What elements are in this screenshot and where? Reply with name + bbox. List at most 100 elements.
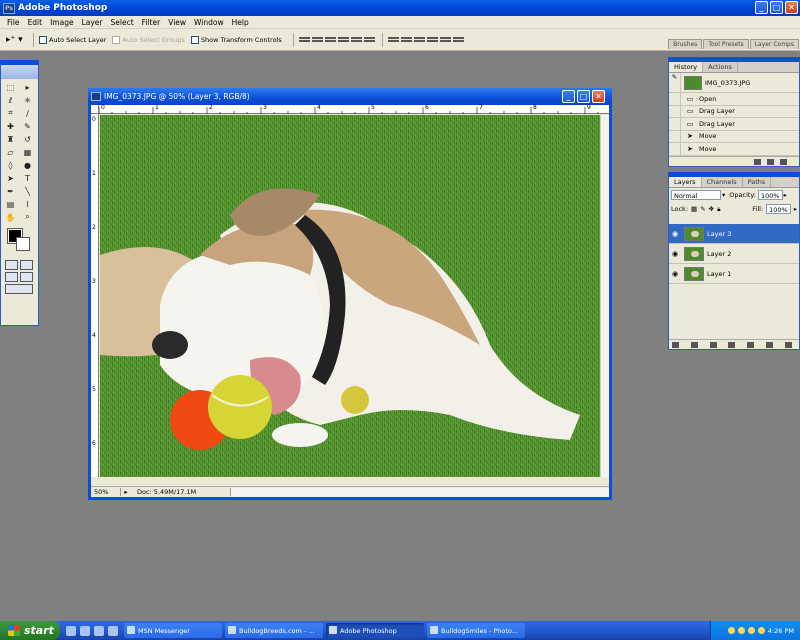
notes-tool-icon[interactable]: ▤ <box>2 198 19 210</box>
layer-row-layer-1[interactable]: ◉ Layer 1 <box>669 264 799 284</box>
background-color-swatch[interactable] <box>16 237 30 251</box>
tab-history[interactable]: History <box>669 62 704 72</box>
layer-mask-icon[interactable] <box>709 341 717 348</box>
ruler-vertical[interactable]: 0 1 2 3 4 5 6 <box>91 114 99 477</box>
palette-well-tool-presets[interactable]: Tool Presets <box>703 39 749 49</box>
pen-tool-icon[interactable]: ✒ <box>2 185 19 197</box>
start-button[interactable]: start <box>0 621 60 640</box>
standard-mode-icon[interactable] <box>5 260 18 270</box>
lock-transparency-icon[interactable]: ▦ <box>691 205 697 213</box>
layer-style-icon[interactable] <box>690 341 698 348</box>
menu-image[interactable]: Image <box>46 18 78 27</box>
fill-slider-arrow-icon[interactable]: ▸ <box>794 205 797 213</box>
taskbar-bulldogsmiles[interactable]: BulldogSmiles - Photo... <box>427 623 525 638</box>
opacity-slider-arrow-icon[interactable]: ▸ <box>784 191 787 199</box>
jump-to-imageready-icon[interactable] <box>5 284 33 294</box>
tray-volume-icon[interactable] <box>747 627 755 634</box>
screen-mode-standard-icon[interactable] <box>5 272 18 282</box>
blend-mode-select[interactable]: Normal <box>671 190 721 200</box>
lock-all-icon[interactable]: 🔒︎ <box>717 205 720 214</box>
firefox-icon[interactable] <box>108 625 118 636</box>
auto-select-layer-checkbox[interactable] <box>39 35 47 44</box>
zoom-level[interactable]: 50% <box>91 488 121 496</box>
layer-row-layer-2[interactable]: ◉ Layer 2 <box>669 244 799 264</box>
magic-wand-icon[interactable]: ✳ <box>19 94 36 106</box>
show-desktop-icon[interactable] <box>80 625 90 636</box>
history-state[interactable]: ▭ Open <box>669 93 799 106</box>
status-menu-arrow-icon[interactable]: ▸ <box>121 488 131 496</box>
dodge-tool-icon[interactable]: ● <box>19 159 36 171</box>
eye-icon[interactable]: ◉ <box>669 230 681 238</box>
history-snapshot[interactable]: ✎ IMG_0373.JPG <box>669 73 799 93</box>
menu-select[interactable]: Select <box>107 18 138 27</box>
horizontal-scrollbar[interactable] <box>231 487 609 497</box>
delete-layer-icon[interactable] <box>784 341 792 348</box>
zoom-tool-icon[interactable]: ⌕ <box>19 211 36 223</box>
blend-mode-dropdown-icon[interactable]: ▾ <box>722 191 725 199</box>
align-top-icon[interactable] <box>298 35 310 45</box>
menu-layer[interactable]: Layer <box>78 18 107 27</box>
distribute-bottom-icon[interactable] <box>413 35 425 45</box>
menu-window[interactable]: Window <box>190 18 228 27</box>
distribute-top-icon[interactable] <box>387 35 399 45</box>
doc-close-button[interactable]: ✕ <box>592 90 605 103</box>
palette-well-brushes[interactable]: Brushes <box>668 39 703 49</box>
distribute-vcenter-icon[interactable] <box>400 35 412 45</box>
tab-paths[interactable]: Paths <box>743 177 772 187</box>
menu-file[interactable]: File <box>3 18 24 27</box>
minimize-button[interactable]: _ <box>755 1 768 14</box>
align-right-icon[interactable] <box>363 35 375 45</box>
eyedropper-icon[interactable]: ⌇ <box>19 198 36 210</box>
ruler-origin[interactable] <box>91 105 99 114</box>
history-state[interactable]: ▭ Drag Layer <box>669 118 799 131</box>
taskbar-photoshop[interactable]: Adobe Photoshop <box>326 623 424 638</box>
distribute-left-icon[interactable] <box>426 35 438 45</box>
doc-minimize-button[interactable]: _ <box>562 90 575 103</box>
history-state[interactable]: ➤ Move <box>669 130 799 143</box>
line-tool-icon[interactable]: ╲ <box>19 185 36 197</box>
ie-icon[interactable] <box>66 625 76 636</box>
slice-tool-icon[interactable]: ∕ <box>19 107 36 119</box>
image-canvas[interactable] <box>100 115 600 477</box>
lasso-tool-icon[interactable]: ℓ <box>2 94 19 106</box>
maximize-button[interactable]: □ <box>770 1 783 14</box>
menu-view[interactable]: View <box>164 18 190 27</box>
adjustment-layer-icon[interactable] <box>728 341 736 348</box>
move-tool-preset-icon[interactable]: ▸⁺ ▾ <box>6 33 28 47</box>
taskbar-bulldogbreeds[interactable]: BulldogBreeds.com - ... <box>225 623 323 638</box>
align-vcenter-icon[interactable] <box>311 35 323 45</box>
doc-maximize-button[interactable]: □ <box>577 90 590 103</box>
gradient-tool-icon[interactable]: ▦ <box>19 146 36 158</box>
document-titlebar[interactable]: IMG_0373.JPG @ 50% (Layer 3, RGB/8) _ □ … <box>88 88 612 105</box>
tray-msn-icon[interactable] <box>737 627 745 634</box>
hand-tool-icon[interactable]: ✋ <box>2 211 19 223</box>
history-state[interactable]: ▭ Drag Layer <box>669 105 799 118</box>
palette-well-layer-comps[interactable]: Layer Comps <box>749 39 799 49</box>
new-layer-icon[interactable] <box>766 341 774 348</box>
align-left-icon[interactable] <box>337 35 349 45</box>
align-bottom-icon[interactable] <box>324 35 336 45</box>
screen-mode-full-icon[interactable] <box>20 272 33 282</box>
move-tool-icon[interactable]: ▸ <box>19 81 36 93</box>
quickmask-mode-icon[interactable] <box>20 260 33 270</box>
blur-tool-icon[interactable]: ◊ <box>2 159 19 171</box>
clone-stamp-icon[interactable]: ♜ <box>2 133 19 145</box>
crop-tool-icon[interactable]: ⌗ <box>2 107 19 119</box>
vertical-scrollbar[interactable] <box>600 115 609 477</box>
fill-input[interactable]: 100% <box>766 204 791 214</box>
media-player-icon[interactable] <box>94 625 104 636</box>
eye-icon[interactable]: ◉ <box>669 270 681 278</box>
new-snapshot-icon[interactable] <box>767 158 774 165</box>
distribute-hcenter-icon[interactable] <box>439 35 451 45</box>
layer-row-layer-3[interactable]: ◉ Layer 3 <box>669 224 799 244</box>
menu-help[interactable]: Help <box>228 18 253 27</box>
history-state[interactable]: ➤ Move <box>669 143 799 156</box>
link-layers-icon[interactable] <box>671 341 679 348</box>
marquee-tool-icon[interactable]: ⬚ <box>2 81 19 93</box>
healing-brush-icon[interactable]: ✚ <box>2 120 19 132</box>
taskbar-msn-messenger[interactable]: MSN Messenger <box>124 623 222 638</box>
tab-layers[interactable]: Layers <box>669 177 702 187</box>
ruler-horizontal[interactable]: 0 1 2 3 4 5 6 7 8 9 <box>99 104 609 114</box>
distribute-right-icon[interactable] <box>452 35 464 45</box>
tray-network-icon[interactable] <box>727 627 735 634</box>
